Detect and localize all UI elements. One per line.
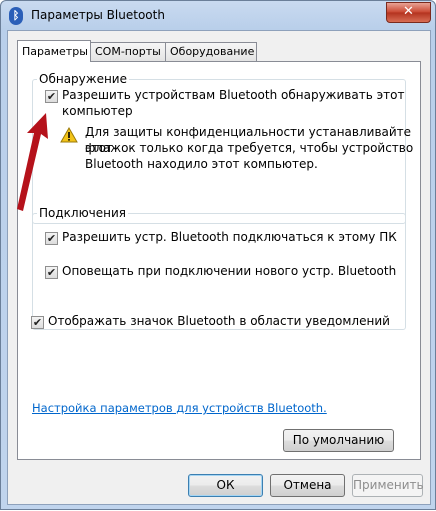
warning-text-line3: Bluetooth находило этот компьютер. <box>85 157 318 171</box>
dialog-client: Параметры COM-порты Оборудование Обнаруж… <box>7 30 431 505</box>
bluetooth-icon: ᛒ <box>9 7 23 25</box>
allow-connect-checkbox[interactable]: ✔ <box>45 232 58 245</box>
allow-connect-label[interactable]: Разрешить устр. Bluetooth подключаться к… <box>62 229 397 245</box>
show-icon-checkbox[interactable]: ✔ <box>31 316 44 329</box>
discovery-legend: Обнаружение <box>39 72 127 86</box>
defaults-button[interactable]: По умолчанию <box>283 429 394 452</box>
warning-text-line2: флажок только когда требуется, чтобы уст… <box>85 141 414 155</box>
allow-discovery-label-line1[interactable]: Разрешить устройствам Bluetooth обнаружи… <box>62 87 405 103</box>
connections-legend: Подключения <box>39 206 127 220</box>
notify-new-label[interactable]: Оповещать при подключении нового устр. B… <box>62 263 396 279</box>
window-title: Параметры Bluetooth <box>31 8 165 22</box>
tab-com-ports[interactable]: COM-порты <box>90 42 166 61</box>
title-bar[interactable]: ᛒ Параметры Bluetooth ✕ <box>1 1 435 31</box>
close-button[interactable]: ✕ <box>386 2 431 23</box>
cancel-button[interactable]: Отмена <box>270 474 345 497</box>
apply-button[interactable]: Применить <box>352 474 424 497</box>
allow-discovery-label-line2[interactable]: компьютер <box>62 103 133 119</box>
allow-discovery-checkbox[interactable]: ✔ <box>45 90 58 103</box>
warning-icon <box>60 127 78 143</box>
notify-new-checkbox[interactable]: ✔ <box>45 266 58 279</box>
show-icon-label[interactable]: Отображать значок Bluetooth в области ув… <box>48 313 390 329</box>
dialog-window: ᛒ Параметры Bluetooth ✕ Параметры COM-по… <box>0 0 436 510</box>
bluetooth-settings-link[interactable]: Настройка параметров для устройств Bluet… <box>32 401 327 415</box>
tab-panel-parameters: Обнаружение ✔ Разрешить устройствам Blue… <box>17 61 421 460</box>
tab-hardware[interactable]: Оборудование <box>165 42 257 61</box>
tab-parameters[interactable]: Параметры <box>17 40 91 62</box>
ok-button[interactable]: ОК <box>188 474 263 497</box>
